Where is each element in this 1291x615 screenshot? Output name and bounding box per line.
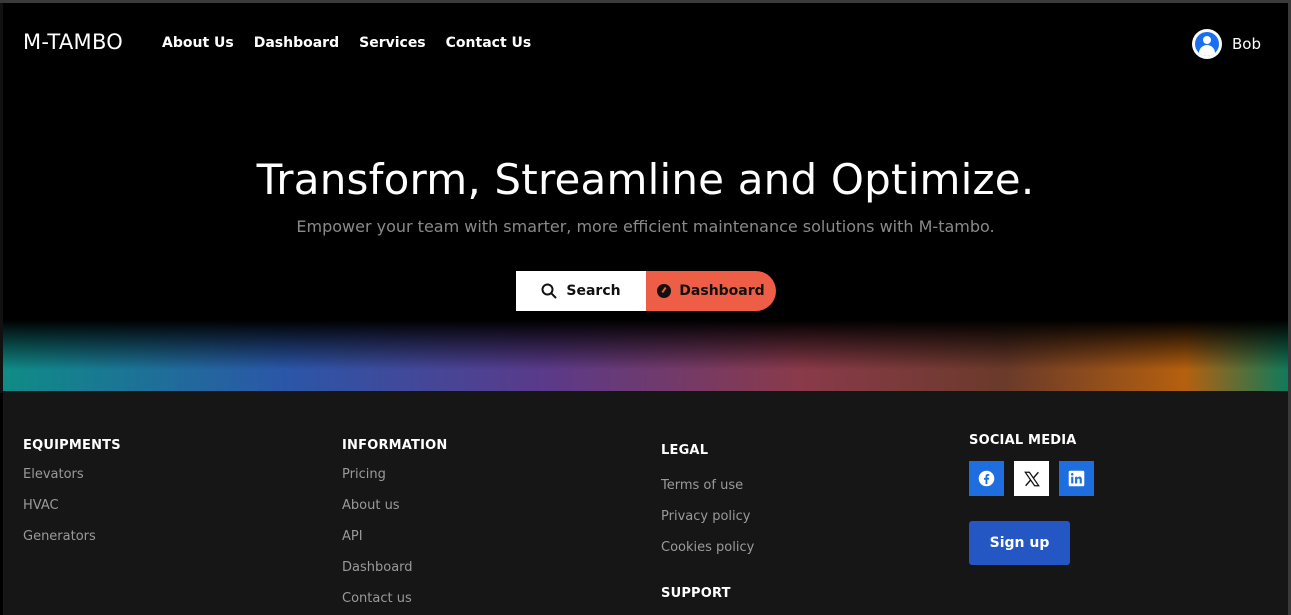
- linkedin-button[interactable]: [1059, 461, 1094, 496]
- footer-heading-information: INFORMATION: [342, 438, 448, 453]
- avatar[interactable]: [1192, 29, 1222, 59]
- footer-link-pricing[interactable]: Pricing: [342, 459, 447, 490]
- footer-heading-legal: LEGAL: [661, 443, 709, 458]
- search-button-label: Search: [566, 283, 621, 299]
- window-top-border: [0, 0, 1291, 3]
- facebook-button[interactable]: [969, 461, 1004, 496]
- nav-dashboard[interactable]: Dashboard: [254, 35, 339, 51]
- nav-services[interactable]: Services: [359, 35, 426, 51]
- footer-link-dashboard[interactable]: Dashboard: [342, 552, 447, 583]
- page: M-TAMBO About Us Dashboard Services Cont…: [0, 0, 1291, 615]
- hero-gradient: [3, 320, 1288, 391]
- linkedin-icon: [1068, 470, 1085, 487]
- footer-heading-equipments: EQUIPMENTS: [23, 438, 121, 453]
- footer-link-cookies[interactable]: Cookies policy: [661, 532, 754, 563]
- footer-social: SOCIAL MEDIA Sign up: [969, 433, 1094, 565]
- main-nav: About Us Dashboard Services Contact Us: [162, 35, 531, 51]
- search-button[interactable]: Search: [516, 271, 646, 311]
- dashboard-button[interactable]: Dashboard: [646, 271, 776, 311]
- footer-link-elevators[interactable]: Elevators: [23, 459, 121, 490]
- footer-information: INFORMATION Pricing About us API Dashboa…: [342, 438, 447, 614]
- x-button[interactable]: [1014, 461, 1049, 496]
- hero-subtitle: Empower your team with smarter, more eff…: [296, 217, 995, 236]
- footer-link-hvac[interactable]: HVAC: [23, 490, 121, 521]
- x-icon: [1023, 471, 1040, 486]
- gauge-icon: [657, 284, 672, 298]
- dashboard-button-label: Dashboard: [679, 283, 765, 299]
- footer-link-api[interactable]: API: [342, 521, 447, 552]
- hero-title: Transform, Streamline and Optimize.: [256, 155, 1035, 204]
- user-menu[interactable]: Bob: [1192, 29, 1261, 59]
- footer-link-generators[interactable]: Generators: [23, 521, 121, 552]
- search-icon: [541, 283, 557, 299]
- user-name[interactable]: Bob: [1232, 35, 1261, 53]
- hero-actions: Search Dashboard: [516, 271, 776, 311]
- footer-link-about-us[interactable]: About us: [342, 490, 447, 521]
- nav-contact-us[interactable]: Contact Us: [446, 35, 532, 51]
- brand-logo[interactable]: M-TAMBO: [23, 30, 123, 54]
- user-icon: [1195, 32, 1219, 56]
- sign-up-button[interactable]: Sign up: [969, 521, 1070, 565]
- footer-legal: LEGAL Terms of use Privacy policy Cookie…: [661, 443, 754, 601]
- footer-link-privacy[interactable]: Privacy policy: [661, 501, 754, 532]
- nav-about-us[interactable]: About Us: [162, 35, 234, 51]
- footer-heading-social: SOCIAL MEDIA: [969, 433, 1077, 448]
- footer: EQUIPMENTS Elevators HVAC Generators INF…: [3, 391, 1288, 615]
- footer-heading-support: SUPPORT: [661, 586, 731, 601]
- footer-link-contact-us[interactable]: Contact us: [342, 583, 447, 614]
- facebook-icon: [978, 470, 995, 487]
- footer-equipments: EQUIPMENTS Elevators HVAC Generators: [23, 438, 121, 552]
- social-links: [969, 461, 1094, 496]
- footer-link-terms[interactable]: Terms of use: [661, 470, 754, 501]
